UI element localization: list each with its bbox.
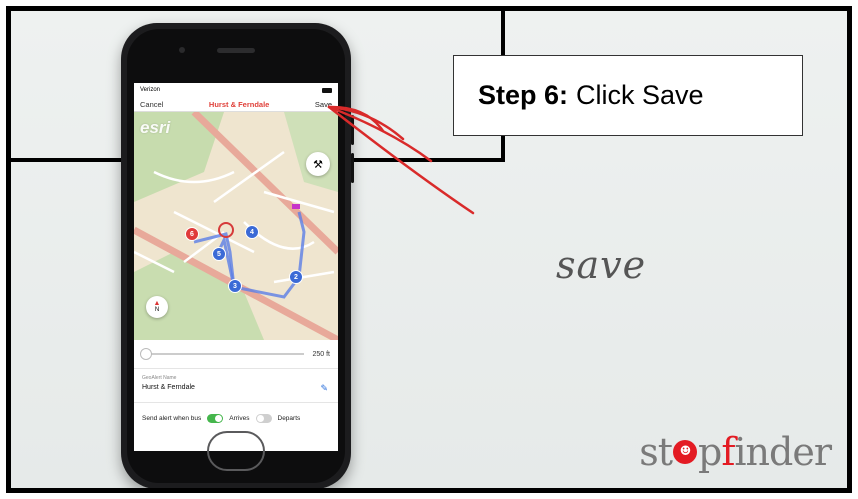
logo-letter-f: f bbox=[721, 430, 735, 474]
slide-frame: Verizon Cancel Hurst & Ferndale Save esr… bbox=[6, 6, 852, 493]
logo-text-start: st bbox=[639, 430, 673, 474]
stopfinder-logo: st ☻ p f inder bbox=[639, 430, 832, 474]
arrow-stroke bbox=[327, 105, 475, 215]
annotation-arrows bbox=[327, 105, 475, 215]
logo-text-mid: p bbox=[697, 430, 722, 474]
logo-text-end: inder bbox=[734, 430, 832, 474]
handwritten-annotation: save bbox=[556, 243, 647, 287]
smiley-icon: ☻ bbox=[672, 440, 697, 464]
arrow-stroke bbox=[327, 105, 433, 163]
